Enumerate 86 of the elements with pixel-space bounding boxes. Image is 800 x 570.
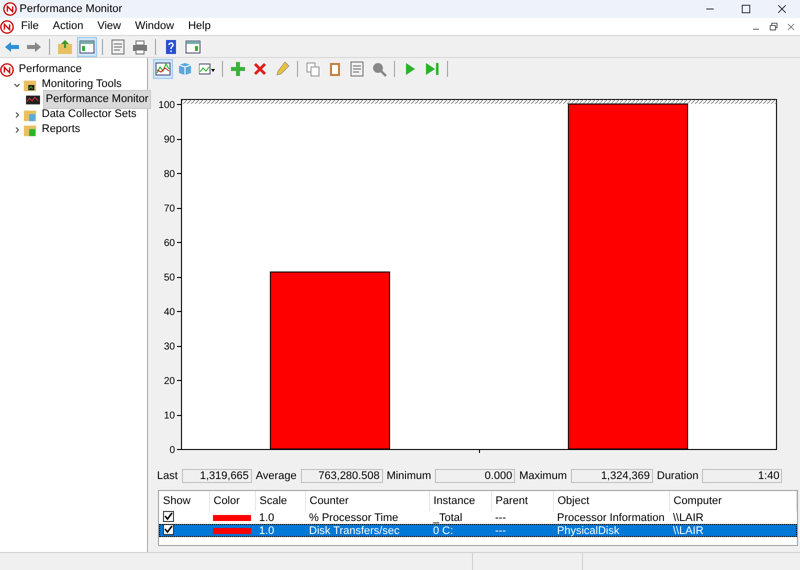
table-cell: PhysicalDisk xyxy=(557,524,620,536)
table-cell: \\LAIR xyxy=(673,524,704,536)
properties-icon xyxy=(110,38,126,54)
axis-tick-label: 60 xyxy=(164,238,175,249)
axis-tick-label: 40 xyxy=(164,307,175,318)
stat-label: Minimum xyxy=(386,468,432,484)
menu-item[interactable]: Help xyxy=(181,18,218,35)
stat-label: Maximum xyxy=(519,468,567,484)
show-checkbox[interactable] xyxy=(163,511,174,522)
table-cell: --- xyxy=(495,512,506,524)
tree-item[interactable]: Reports xyxy=(40,121,82,138)
column-header[interactable]: Instance xyxy=(429,491,491,511)
column-header[interactable]: Object xyxy=(553,491,669,511)
magnifier-icon xyxy=(371,61,387,77)
plus-icon xyxy=(230,61,246,77)
menu-item[interactable]: File xyxy=(14,18,46,35)
column-header[interactable]: Computer xyxy=(669,491,796,511)
step-forward-icon xyxy=(424,61,440,77)
monitor-graph-icon xyxy=(26,92,40,106)
clipboard-icon xyxy=(327,61,343,77)
stat-value-field: 1:40 xyxy=(702,469,782,483)
folder-icon xyxy=(23,108,37,122)
axis-tick-label: 80 xyxy=(164,169,175,180)
collapsed-chevron-icon[interactable] xyxy=(12,110,20,118)
stat-value-field: 0.000 xyxy=(435,469,516,483)
tree-item[interactable]: Performance Monitor xyxy=(42,90,152,109)
table-cell: 1.0 xyxy=(259,512,274,524)
axis-tick-label: 70 xyxy=(164,204,175,214)
close-icon[interactable] xyxy=(776,3,788,15)
axis-tick-label: 0 xyxy=(169,445,175,456)
table-cell: --- xyxy=(495,524,506,536)
tree-item[interactable]: Performance xyxy=(16,61,84,78)
table-cell: Disk Transfers/sec xyxy=(309,524,400,536)
show-checkbox[interactable] xyxy=(163,524,174,535)
menu-item[interactable]: Action xyxy=(46,18,90,35)
folder-icon xyxy=(23,122,37,136)
tree-item[interactable]: Data Collector Sets xyxy=(40,106,139,123)
folder-icon xyxy=(23,78,37,92)
column-header[interactable]: Color xyxy=(209,491,255,511)
printer-icon xyxy=(132,38,148,54)
window-title: Performance Monitor xyxy=(20,2,122,17)
pane-icon xyxy=(185,38,201,54)
menu-item[interactable]: View xyxy=(90,18,128,35)
axis-tick-label: 30 xyxy=(164,342,175,352)
tree-item[interactable]: Monitoring Tools xyxy=(40,76,124,93)
stat-label: Last xyxy=(157,468,178,484)
stat-value-field: 1,319,665 xyxy=(182,469,252,483)
table-cell: \\LAIR xyxy=(673,512,704,524)
maximize-icon[interactable] xyxy=(740,3,752,15)
menu-item[interactable]: Window xyxy=(128,18,182,35)
properties-icon xyxy=(349,61,365,77)
line-graph-icon xyxy=(155,61,171,77)
stat-value-field: 1,324,369 xyxy=(570,469,653,483)
line-graph-button[interactable] xyxy=(153,59,173,79)
table-cell: _Total xyxy=(433,512,462,524)
app-logo-icon xyxy=(2,2,17,16)
cube-icon xyxy=(177,61,193,77)
legend-row[interactable]: 1.0 Disk Transfers/sec 0 C: --- PhysicalDisk \\LAIR xyxy=(159,524,796,537)
axis-tick-label: 90 xyxy=(164,134,175,146)
column-header[interactable]: Counter xyxy=(305,491,429,511)
axis-tick-label: 50 xyxy=(164,272,175,284)
folder-icon xyxy=(57,38,73,54)
table-cell: % Processor Time xyxy=(309,512,398,524)
axis-tick-label: 10 xyxy=(164,410,175,422)
delete-icon xyxy=(252,61,268,77)
column-header[interactable]: Parent xyxy=(491,491,553,511)
table-cell: Processor Information xyxy=(557,512,665,524)
restore-icon[interactable] xyxy=(768,20,780,32)
stat-label: Duration xyxy=(656,468,698,484)
table-cell: 1.0 xyxy=(259,524,274,536)
collapsed-chevron-icon[interactable] xyxy=(12,126,20,134)
highlighter-icon xyxy=(274,61,290,77)
plus-button[interactable] xyxy=(228,59,248,79)
axis-tick-label: 100 xyxy=(158,100,175,111)
table-cell: 0 C: xyxy=(433,524,454,536)
help-icon xyxy=(163,38,179,54)
column-header[interactable]: Scale xyxy=(255,491,305,511)
expanded-chevron-icon[interactable] xyxy=(12,80,20,88)
copy-icon xyxy=(305,61,321,77)
axis-tick-label: 20 xyxy=(164,376,175,387)
graph-type-icon xyxy=(199,61,215,77)
stat-value-field: 763,280.508 xyxy=(300,469,383,483)
legend-row[interactable]: 1.0 % Processor Time _Total --- Processor Information \\LAIR xyxy=(159,511,796,524)
console-tree-button[interactable] xyxy=(77,36,97,56)
stat-label: Average xyxy=(256,468,297,484)
console-tree-icon xyxy=(79,38,95,54)
